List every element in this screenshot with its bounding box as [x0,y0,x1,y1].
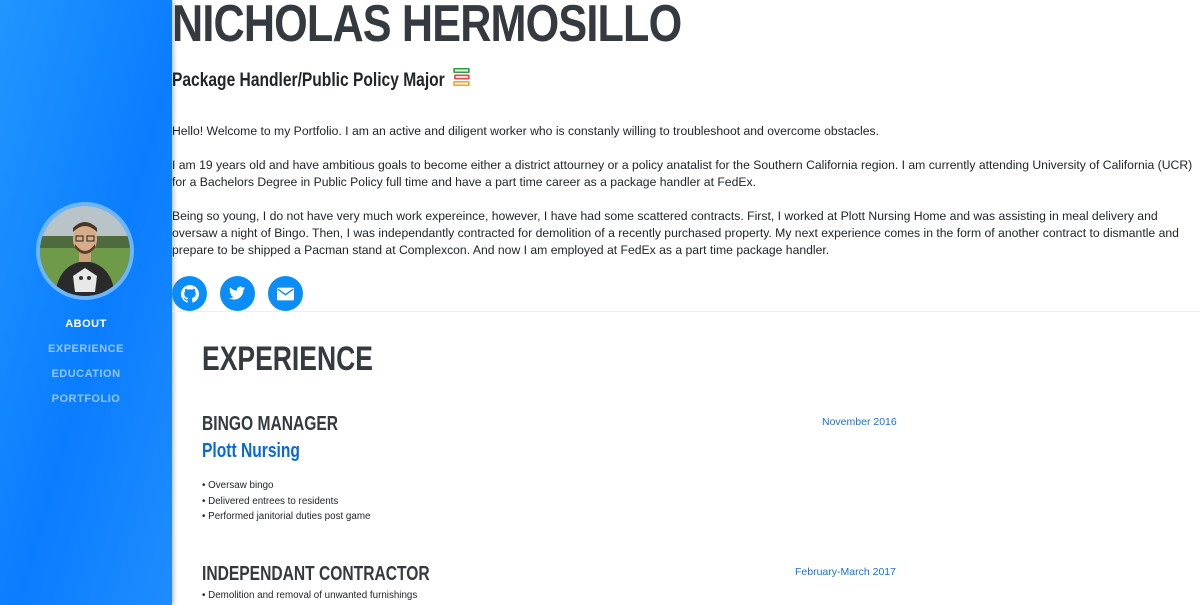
about-paragraph: Hello! Welcome to my Portfolio. I am an … [172,124,879,138]
list-item: Demolition and removal of unwanted furni… [202,588,417,604]
job-duties: Oversaw bingo Delivered entrees to resid… [202,478,370,525]
profile-photo-icon [40,206,130,296]
twitter-link[interactable] [220,276,255,311]
page-title: NICHOLAS HERMOSILLO [172,0,682,53]
subtitle-text: Package Handler/Public Policy Major [172,70,445,91]
list-item: Performed janitorial duties post game [202,509,370,525]
list-item: Oversaw bingo [202,478,370,494]
envelope-icon [277,287,294,300]
nav-portfolio[interactable]: PORTFOLIO [0,391,172,416]
subtitle: Package Handler/Public Policy Major [172,66,470,92]
experience-heading: EXPERIENCE [202,340,373,378]
twitter-icon [229,286,246,300]
job-date: November 2016 [822,416,897,428]
job-company: Plott Nursing [202,440,300,462]
section-divider [172,311,1200,312]
nav-experience[interactable]: EXPERIENCE [0,341,172,366]
about-paragraph: Being so young, I do not have very much … [172,209,1179,257]
about-intro: Hello! Welcome to my Portfolio. I am an … [172,123,1198,276]
about-paragraph: I am 19 years old and have ambitious goa… [172,158,1193,189]
nav-education[interactable]: EDUCATION [0,366,172,391]
job-duties: Demolition and removal of unwanted furni… [202,588,417,604]
job-title: INDEPENDANT CONTRACTOR [202,563,430,585]
profile-avatar [36,202,134,300]
sidebar-nav: ABOUT EXPERIENCE EDUCATION PORTFOLIO [0,316,172,416]
job-title: BINGO MANAGER [202,413,339,435]
books-icon [453,68,470,86]
nav-about[interactable]: ABOUT [0,316,172,341]
list-item: Delivered entrees to residents [202,494,370,510]
job-date: February-March 2017 [795,566,896,578]
github-icon [180,284,199,303]
main-content: NICHOLAS HERMOSILLO Package Handler/Publ… [172,0,1200,605]
github-link[interactable] [172,276,207,311]
sidebar: ABOUT EXPERIENCE EDUCATION PORTFOLIO [0,0,172,605]
email-link[interactable] [268,276,303,311]
